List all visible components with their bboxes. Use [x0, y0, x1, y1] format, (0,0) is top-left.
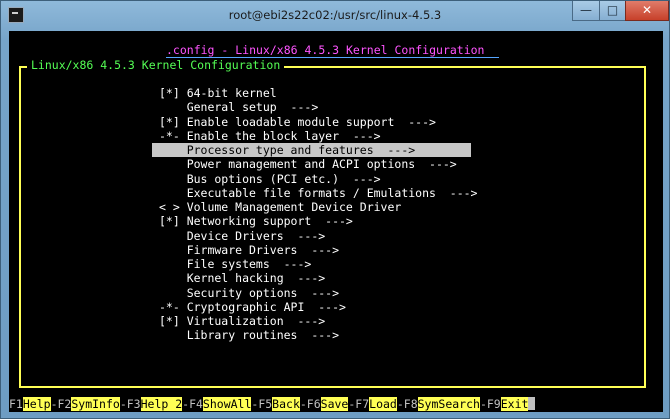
- terminal-cursor: [528, 397, 536, 410]
- menu-item[interactable]: General setup --->: [152, 100, 471, 114]
- fkey-f2: -F2: [50, 397, 72, 411]
- fkey-label-load[interactable]: Load: [369, 397, 397, 411]
- title-bar[interactable]: root@ebi2s22c02:/usr/src/linux-4.5.3 — □…: [1, 1, 669, 29]
- menu-item[interactable]: [*] Enable loadable module support --->: [152, 115, 471, 129]
- fkey-label-symsearch[interactable]: SymSearch: [417, 397, 480, 411]
- menu-item-selected[interactable]: Processor type and features --->: [152, 143, 471, 158]
- menu-item[interactable]: Kernel hacking --->: [152, 271, 471, 285]
- menu-item[interactable]: [*] Networking support --->: [152, 214, 471, 228]
- menu-item[interactable]: -*- Enable the block layer --->: [152, 129, 471, 143]
- fkey-label-syminfo[interactable]: SymInfo: [71, 397, 120, 411]
- fkey-f7: -F7: [348, 397, 370, 411]
- menu-item[interactable]: Device Drivers --->: [152, 229, 471, 243]
- menu-item[interactable]: [*] Virtualization --->: [152, 314, 471, 328]
- terminal-window: root@ebi2s22c02:/usr/src/linux-4.5.3 — □…: [0, 0, 670, 419]
- fkey-f4: -F4: [182, 397, 203, 411]
- window-title: root@ebi2s22c02:/usr/src/linux-4.5.3: [228, 8, 442, 22]
- fkey-f9: -F9: [479, 397, 501, 411]
- close-button[interactable]: ✕: [625, 1, 669, 21]
- menu-item[interactable]: Security options --->: [152, 286, 471, 300]
- config-title: .config - Linux/x86 4.5.3 Kernel Configu…: [166, 43, 485, 57]
- kernel-config-menu: [*] 64-bit kernel General setup ---> [*] …: [152, 86, 478, 343]
- menu-item[interactable]: File systems --->: [152, 257, 471, 271]
- menu-item[interactable]: < > Volume Management Device Driver: [152, 200, 471, 214]
- minimize-button[interactable]: —: [572, 1, 599, 21]
- fkey-label-exit[interactable]: Exit: [500, 397, 529, 411]
- fkey-label-save[interactable]: Save: [320, 397, 349, 411]
- fkey-f8: -F8: [396, 397, 418, 411]
- fkey-f3: -F3: [119, 397, 141, 411]
- menu-item[interactable]: [*] 64-bit kernel: [152, 86, 471, 100]
- fkey-label-back[interactable]: Back: [272, 397, 300, 411]
- menu-item[interactable]: Executable file formats / Emulations ---…: [152, 186, 478, 200]
- fkey-f1: F1: [9, 397, 23, 411]
- menu-item[interactable]: -*- Cryptographic API --->: [152, 300, 471, 314]
- menu-item[interactable]: Library routines --->: [152, 328, 471, 342]
- menu-item[interactable]: Firmware Drivers --->: [152, 243, 471, 257]
- fkey-f5: -F5: [251, 397, 273, 411]
- menu-item[interactable]: Power management and ACPI options --->: [152, 157, 471, 171]
- dialog-title: Linux/x86 4.5.3 Kernel Configuration: [27, 58, 285, 72]
- fkey-label-help[interactable]: Help: [22, 397, 51, 411]
- fkey-label-showall[interactable]: ShowAll: [202, 397, 252, 411]
- terminal-screen[interactable]: .config - Linux/x86 4.5.3 Kernel Configu…: [9, 31, 663, 412]
- fkey-f6: -F6: [299, 397, 321, 411]
- fkey-label-help-2[interactable]: Help 2: [140, 397, 183, 411]
- menu-item[interactable]: Bus options (PCI etc.) --->: [152, 172, 471, 186]
- function-key-bar: F1Help-F2SymInfo-F3Help 2-F4ShowAll-F5Ba…: [9, 397, 536, 411]
- maximize-button[interactable]: □: [599, 1, 625, 21]
